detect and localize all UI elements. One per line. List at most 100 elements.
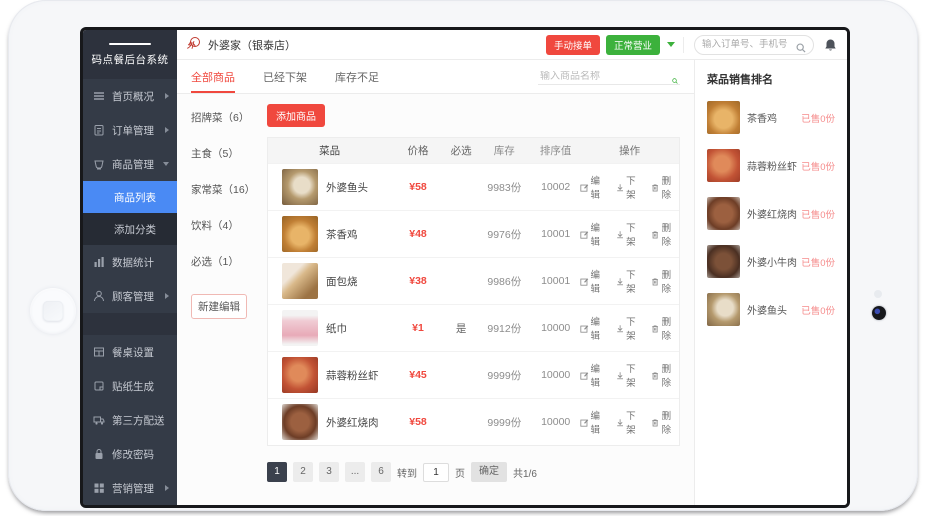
ranking-dish-name: 茶香鸡 (747, 110, 801, 125)
dish-sort-value: 10000 (531, 416, 580, 428)
header-operations: 操作 (580, 143, 679, 158)
sticker-icon (93, 380, 105, 392)
sidebar-item-customer-management[interactable]: 顾客管理 (83, 279, 177, 313)
dish-stock: 9999份 (478, 415, 531, 430)
status-chevron-down-icon[interactable] (667, 42, 675, 47)
sidebar-item-home-overview[interactable]: 首页概况 (83, 79, 177, 113)
sidebar-item-sticker-generation[interactable]: 贴纸生成 (83, 369, 177, 403)
dish-name: 面包烧 (326, 274, 358, 289)
ranking-item: 蒜蓉粉丝虾 已售0份 (707, 149, 835, 182)
brand-logo: 外 外婆家 (109, 43, 151, 45)
store-logo-icon: 外 (187, 37, 202, 52)
edit-button[interactable]: 编辑 (580, 408, 608, 436)
header-sort-value: 排序值 (531, 143, 580, 158)
sidebar-menu-group-2: 餐桌设置 贴纸生成 第三方配送 修改密码 (83, 335, 177, 505)
category-item-home-style[interactable]: 家常菜（16） (191, 182, 263, 197)
sidebar-item-change-password[interactable]: 修改密码 (83, 437, 177, 471)
category-item-staple[interactable]: 主食（5） (191, 146, 263, 161)
manual-order-button[interactable]: 手动接单 (546, 35, 600, 55)
dish-photo (282, 169, 318, 205)
dish-photo (282, 263, 318, 299)
ranking-dish-name: 外婆红烧肉 (747, 206, 801, 221)
edit-button[interactable]: 编辑 (580, 173, 608, 201)
sidebar-item-third-party-delivery[interactable]: 第三方配送 (83, 403, 177, 437)
tab-low-stock[interactable]: 库存不足 (335, 60, 379, 93)
ranking-item: 茶香鸡 已售0份 (707, 101, 835, 134)
app-window: 外 外婆家 码点餐后台系统 首页概况 订单管理 (83, 30, 847, 505)
product-search-icon[interactable] (672, 71, 678, 82)
delete-button[interactable]: 删除 (651, 267, 679, 295)
goto-page-input[interactable] (423, 463, 449, 482)
delete-button[interactable]: 删除 (651, 173, 679, 201)
category-item-signature[interactable]: 招牌菜（6） (191, 110, 263, 125)
tablet-screen: 外 外婆家 码点餐后台系统 首页概况 订单管理 (80, 27, 850, 508)
tablet-frame: 外 外婆家 码点餐后台系统 首页概况 订单管理 (8, 0, 918, 511)
category-item-required[interactable]: 必选（1） (191, 254, 263, 269)
store-name: 外婆家（银泰店） (208, 37, 296, 53)
business-status-button[interactable]: 正常营业 (606, 35, 660, 55)
dish-name: 蒜蓉粉丝虾 (326, 368, 379, 383)
off-shelf-button[interactable]: 下架 (616, 314, 644, 342)
page-button-2[interactable]: 2 (293, 462, 313, 482)
edit-button[interactable]: 编辑 (580, 361, 608, 389)
search-icon[interactable] (796, 40, 806, 50)
sidebar-item-product-management[interactable]: 商品管理 (83, 147, 177, 181)
category-list: 招牌菜（6） 主食（5） 家常菜（16） 饮料（4） 必选（1） 新建编辑 (177, 94, 263, 505)
sidebar-item-add-category[interactable]: 添加分类 (83, 213, 177, 245)
dish-name: 外婆鱼头 (326, 180, 368, 195)
sidebar-item-label: 订单管理 (112, 123, 154, 138)
edit-button[interactable]: 编辑 (580, 314, 608, 342)
edit-button[interactable]: 编辑 (580, 220, 608, 248)
ranking-sold-badge: 已售0份 (801, 111, 835, 125)
sidebar-item-marketing-management[interactable]: 营销管理 (83, 471, 177, 505)
dish-price: ¥38 (391, 275, 444, 287)
product-table: 菜品 价格 必选 库存 排序值 操作 外婆鱼 (267, 137, 680, 446)
bar-chart-icon (93, 256, 105, 268)
order-search-input[interactable] (702, 39, 790, 50)
chevron-right-icon (165, 293, 169, 299)
page-button-1[interactable]: 1 (267, 462, 287, 482)
off-shelf-button[interactable]: 下架 (616, 173, 644, 201)
tablet-camera (872, 306, 886, 320)
dish-photo (707, 101, 740, 134)
sidebar-item-data-statistics[interactable]: 数据统计 (83, 245, 177, 279)
goto-confirm-button[interactable]: 确定 (471, 462, 507, 482)
sidebar-item-product-list[interactable]: 商品列表 (83, 181, 177, 213)
off-shelf-button[interactable]: 下架 (616, 267, 644, 295)
page-button-6[interactable]: 6 (371, 462, 391, 482)
page-button-3[interactable]: 3 (319, 462, 339, 482)
delete-button[interactable]: 删除 (651, 361, 679, 389)
ranking-item: 外婆小牛肉 已售0份 (707, 245, 835, 278)
tab-off-shelf[interactable]: 已经下架 (263, 60, 307, 93)
sidebar-item-order-management[interactable]: 订单管理 (83, 113, 177, 147)
notification-bell-icon[interactable] (824, 38, 837, 52)
delete-button[interactable]: 删除 (651, 220, 679, 248)
dish-sort-value: 10002 (531, 181, 580, 193)
category-item-drinks[interactable]: 饮料（4） (191, 218, 263, 233)
sidebar-item-table-settings[interactable]: 餐桌设置 (83, 335, 177, 369)
ranking-sold-badge: 已售0份 (801, 303, 835, 317)
new-edit-button[interactable]: 新建编辑 (191, 294, 247, 319)
goods-icon (93, 158, 105, 170)
header-price: 价格 (391, 143, 444, 158)
dish-name: 外婆红烧肉 (326, 415, 379, 430)
sales-ranking-panel: 菜品销售排名 茶香鸡 已售0份 蒜蓉粉丝虾 已售0份 (695, 60, 847, 505)
off-shelf-button[interactable]: 下架 (616, 408, 644, 436)
ranking-sold-badge: 已售0份 (801, 159, 835, 173)
edit-button[interactable]: 编辑 (580, 267, 608, 295)
ranking-item: 外婆红烧肉 已售0份 (707, 197, 835, 230)
dish-price: ¥45 (391, 369, 444, 381)
tablet-sensor-dot (874, 290, 882, 298)
delete-button[interactable]: 删除 (651, 314, 679, 342)
off-shelf-button[interactable]: 下架 (616, 361, 644, 389)
table-row: 外婆鱼头 ¥58 9983份 10002 编辑 下架 删除 (268, 163, 679, 210)
menu-icon (93, 90, 105, 102)
table-row: 外婆红烧肉 ¥58 9999份 10000 编辑 下架 删除 (268, 398, 679, 445)
delete-button[interactable]: 删除 (651, 408, 679, 436)
product-search-input[interactable] (540, 71, 672, 82)
tab-all-products[interactable]: 全部商品 (191, 60, 235, 93)
table-row: 茶香鸡 ¥48 9976份 10001 编辑 下架 删除 (268, 210, 679, 257)
off-shelf-button[interactable]: 下架 (616, 220, 644, 248)
add-product-button[interactable]: 添加商品 (267, 104, 325, 127)
ranking-dish-name: 外婆鱼头 (747, 302, 801, 317)
